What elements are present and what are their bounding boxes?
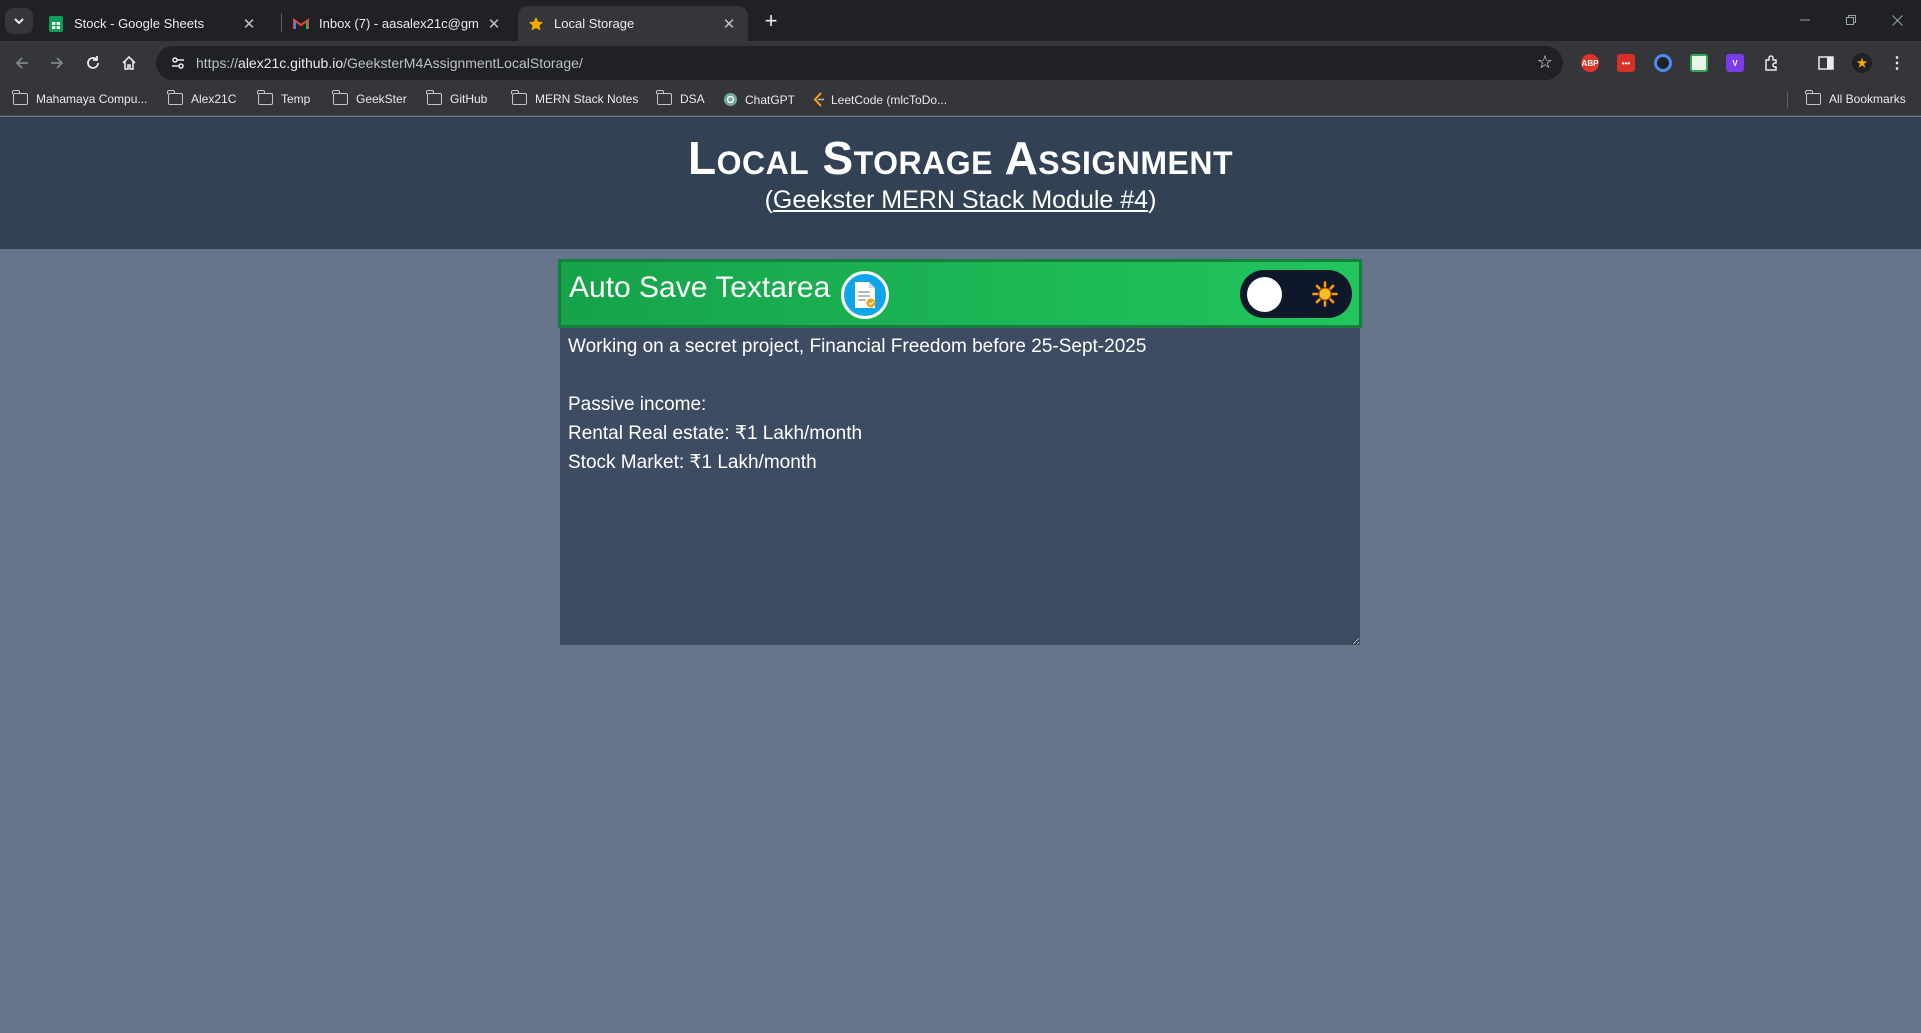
theme-toggle-switch[interactable]: [1240, 270, 1352, 318]
subtitle-close-paren: ): [1148, 186, 1157, 214]
folder-icon: [656, 90, 672, 105]
reload-icon: [87, 56, 99, 69]
card-header: Auto Save Textarea: [558, 259, 1362, 328]
close-icon: [1891, 14, 1903, 26]
adblock-plus-extension-icon[interactable]: ABP: [1581, 54, 1599, 72]
folder-icon: [332, 90, 348, 105]
tab-search-button[interactable]: [5, 8, 33, 34]
star-favicon-icon: [528, 16, 544, 32]
tab-divider: [281, 14, 282, 32]
bookmark-leetcode[interactable]: LeetCode (mlcToDo...: [812, 92, 947, 107]
bookmark-folder[interactable]: MERN Stack Notes: [511, 90, 638, 106]
site-info-icon[interactable]: [164, 49, 192, 77]
toggle-knob: [1247, 277, 1282, 312]
side-panel-icon[interactable]: [1817, 54, 1835, 72]
address-bar[interactable]: https://alex21c.github.io/GeeksterM4Assi…: [156, 46, 1563, 80]
forward-button[interactable]: [41, 47, 73, 79]
arrow-right-icon: [51, 57, 64, 69]
bookmark-folder[interactable]: GeekSter: [332, 90, 407, 106]
reload-button[interactable]: [77, 47, 109, 79]
folder-icon: [426, 90, 442, 105]
url-text: https://alex21c.github.io/GeeksterM4Assi…: [196, 55, 583, 71]
page-title: Local Storage Assignment: [687, 132, 1234, 184]
plus-icon: +: [764, 8, 778, 33]
minimize-icon: [1800, 19, 1810, 21]
bookmark-folder[interactable]: Alex21C: [167, 90, 236, 106]
v-extension-icon[interactable]: V: [1726, 54, 1744, 72]
close-tab-icon[interactable]: ✕: [720, 15, 738, 33]
document-save-icon: [841, 271, 889, 319]
tab-google-sheets[interactable]: Stock - Google Sheets ✕: [38, 6, 268, 41]
chevron-down-icon: [14, 18, 24, 25]
card-title: Auto Save Textarea: [569, 271, 831, 304]
tab-gmail-inbox[interactable]: Inbox (7) - aasalex21c@gmail.com ✕: [283, 6, 513, 41]
folder-icon: [511, 90, 527, 105]
auto-save-textarea[interactable]: Working on a secret project, Financial F…: [560, 328, 1360, 645]
folder-icon: [1805, 90, 1821, 105]
all-bookmarks-button[interactable]: All Bookmarks: [1805, 90, 1906, 106]
extensions-puzzle-icon[interactable]: [1763, 54, 1781, 72]
bookmarks-bar: Mahamaya Compu... Alex21C Temp GeekSter …: [0, 84, 1921, 116]
minimize-window-button[interactable]: [1782, 0, 1828, 40]
page-subtitle: (Geekster MERN Stack Module #4): [0, 185, 1921, 215]
chatgpt-icon: [723, 92, 738, 107]
leetcode-icon: [812, 92, 825, 107]
close-tab-icon[interactable]: ✕: [485, 15, 503, 33]
tab-title: Stock - Google Sheets: [74, 16, 205, 31]
back-button[interactable]: [6, 47, 38, 79]
url-path: /GeeksterM4AssignmentLocalStorage/: [343, 55, 583, 71]
bookmark-folder[interactable]: GitHub: [426, 90, 487, 106]
bookmark-folder[interactable]: DSA: [656, 90, 705, 106]
module-link[interactable]: Geekster MERN Stack Module #4: [773, 186, 1148, 214]
arrow-left-icon: [15, 57, 28, 69]
bookmark-folder[interactable]: Temp: [257, 90, 310, 106]
bookmark-chatgpt[interactable]: ChatGPT: [723, 92, 795, 107]
bookmarks-divider: [1787, 92, 1788, 108]
sun-icon: [1312, 281, 1338, 307]
close-window-button[interactable]: [1874, 0, 1920, 40]
sheet-extension-icon[interactable]: [1690, 54, 1708, 72]
restore-window-button[interactable]: [1828, 0, 1874, 40]
url-scheme: https://: [196, 55, 239, 71]
tab-title: Local Storage: [554, 16, 635, 31]
browser-tab-strip: Stock - Google Sheets ✕ Inbox (7) - aasa…: [0, 0, 1921, 41]
dark-mode-extension-icon[interactable]: [1654, 54, 1672, 72]
home-icon: [122, 55, 136, 70]
tab-title: Inbox (7) - aasalex21c@gmail.com: [319, 16, 479, 31]
tab-local-storage[interactable]: Local Storage ✕: [518, 6, 748, 41]
subtitle-open-paren: (: [764, 186, 773, 214]
google-sheets-icon: [48, 15, 64, 32]
home-button[interactable]: [113, 47, 145, 79]
url-host: alex21c.github.io: [238, 55, 344, 71]
gmail-icon: [293, 16, 309, 32]
auto-save-card: Auto Save Textarea Working on a secret p…: [558, 259, 1362, 645]
profile-avatar-icon[interactable]: ★: [1852, 53, 1872, 73]
bookmark-star-icon[interactable]: ☆: [1537, 52, 1553, 73]
new-tab-button[interactable]: +: [757, 8, 785, 34]
password-extension-icon[interactable]: •••: [1617, 54, 1635, 72]
folder-icon: [167, 90, 183, 105]
bookmark-folder[interactable]: Mahamaya Compu...: [12, 90, 147, 106]
restore-icon: [1846, 15, 1856, 25]
browser-toolbar: https://alex21c.github.io/GeeksterM4Assi…: [0, 41, 1921, 84]
folder-icon: [12, 90, 28, 105]
page-header: Local Storage Assignment (Geekster MERN …: [0, 117, 1921, 249]
folder-icon: [257, 90, 273, 105]
more-menu-icon[interactable]: ⋮: [1888, 54, 1906, 72]
close-tab-icon[interactable]: ✕: [240, 15, 258, 33]
